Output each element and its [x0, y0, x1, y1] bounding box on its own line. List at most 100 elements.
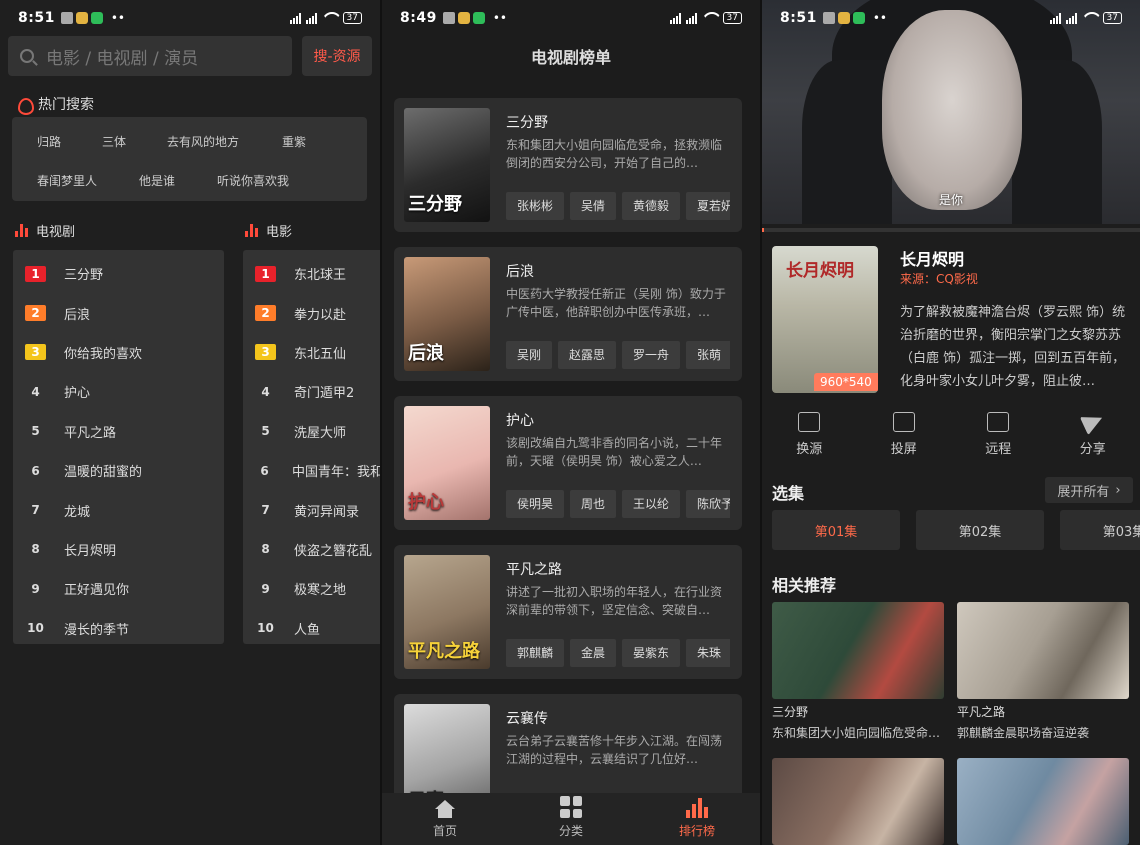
- share-button[interactable]: 分享: [1046, 408, 1140, 457]
- drama-poster: 三分野: [404, 108, 490, 222]
- list-item[interactable]: 10 漫长的季节: [13, 609, 224, 648]
- drama-card[interactable]: 护心 护心 该剧改编自九鹭非香的同名小说，二十年前，天曜（侯明昊 饰）被心爱之人…: [394, 396, 742, 530]
- hot-tag[interactable]: 听说你喜欢我: [217, 172, 289, 189]
- cast-tag[interactable]: 侯明昊: [506, 490, 565, 518]
- episode-button[interactable]: 第03集: [1060, 510, 1140, 550]
- ranking-bars-icon: [245, 223, 258, 237]
- cast-tag[interactable]: 罗一舟: [622, 341, 681, 369]
- rank-badge: 4: [31, 384, 40, 399]
- hot-tag[interactable]: 他是谁: [139, 172, 175, 189]
- cast-tag[interactable]: 郭麒麟: [506, 639, 565, 667]
- list-item[interactable]: 2 后浪: [13, 293, 224, 332]
- list-item[interactable]: 5 洗屋大师: [243, 412, 380, 451]
- hot-tag[interactable]: 重紫: [282, 133, 306, 150]
- episode-button[interactable]: 第02集: [916, 510, 1044, 550]
- list-item[interactable]: 10 人鱼: [243, 609, 380, 648]
- rank-badge: 9: [261, 581, 270, 596]
- tv-icon: [892, 412, 915, 432]
- remote-button[interactable]: 远程: [951, 412, 1046, 457]
- cast-tag[interactable]: 王以纶: [622, 490, 681, 518]
- more-notifications-icon: ••: [492, 11, 507, 25]
- list-item[interactable]: 2 拳力以赴: [243, 293, 380, 332]
- resolution-badge: 960*540: [814, 373, 878, 391]
- chevron-right-icon: ›: [1115, 482, 1121, 498]
- recommend-item[interactable]: [772, 758, 944, 845]
- rank-badge: 1: [25, 265, 46, 282]
- rank-badge: 1: [255, 265, 276, 282]
- drama-desc: 东和集团大小姐向园临危受命，拯救濒临倒闭的西安分公司，开始了自己的…: [506, 138, 723, 170]
- switch-source-button[interactable]: 换源: [762, 412, 857, 457]
- cast-list: 郭麒麟 金晨 晏紫东 朱珠: [506, 639, 730, 667]
- drama-card[interactable]: 三分野 三分野 东和集团大小姐向园临危受命，拯救濒临倒闭的西安分公司，开始了自己…: [394, 98, 742, 232]
- list-item[interactable]: 6 温暖的甜蜜的: [13, 451, 224, 490]
- tab-home[interactable]: 首页: [382, 793, 508, 845]
- tab-ranking[interactable]: 排行榜: [634, 793, 760, 845]
- video-subtitle: 是你: [938, 193, 963, 207]
- drama-desc: 中医药大学教授任新正（吴刚 饰）致力于广传中医，他辞职创办中医传承班，…: [506, 287, 726, 319]
- search-input[interactable]: 电影 / 电视剧 / 演员: [8, 36, 292, 76]
- cast-tag[interactable]: 张萌: [686, 341, 730, 369]
- switch-icon: [798, 412, 821, 432]
- list-item[interactable]: 5 平凡之路: [13, 412, 224, 451]
- cast-tag[interactable]: 陈欣予: [686, 490, 730, 518]
- expand-all-button[interactable]: 展开所有 ›: [1045, 477, 1133, 503]
- list-item[interactable]: 8 侠盗之簪花乱: [243, 530, 380, 569]
- search-button[interactable]: 搜-资源: [302, 36, 372, 76]
- cast-tag[interactable]: 吴刚: [506, 341, 553, 369]
- cast-list: 吴刚 赵露思 罗一舟 张萌: [506, 341, 730, 369]
- cast-tag[interactable]: 金晨: [570, 639, 617, 667]
- recommend-thumb: [772, 758, 944, 845]
- recommend-thumb: [772, 602, 944, 699]
- list-item[interactable]: 7 龙城: [13, 490, 224, 529]
- list-item[interactable]: 6 中国青年：我和: [243, 451, 380, 490]
- status-bar: 8:51 •• 37: [762, 0, 1140, 36]
- cast-tag[interactable]: 赵露思: [558, 341, 617, 369]
- list-item[interactable]: 7 黄河异闻录: [243, 490, 380, 529]
- movie-ranking: 电影 1 东北球王 2 拳力以赴 3 东北五仙 4 奇门遁甲2 5 洗屋大师 6 中国青年：…: [243, 220, 380, 644]
- recommend-thumb: [957, 602, 1129, 699]
- cast-screen-button[interactable]: 投屏: [857, 412, 952, 457]
- cast-tag[interactable]: 夏若妍: [686, 192, 730, 220]
- more-notifications-icon: ••: [110, 11, 125, 25]
- drama-poster: 护心: [404, 406, 490, 520]
- ranking-bars-icon: [15, 223, 28, 237]
- list-item[interactable]: 4 护心: [13, 372, 224, 411]
- recommend-desc: 东和集团大小姐向园临危受命…: [772, 726, 941, 740]
- tv-ranking-screen: 8:49 •• 37 电视剧榜单 三分野 三分野 东和集团大小姐向园临危受命，拯…: [382, 0, 760, 845]
- hot-tag[interactable]: 归路: [37, 133, 61, 150]
- hot-tag[interactable]: 去有风的地方: [167, 133, 239, 150]
- drama-title: 云襄传: [506, 711, 548, 727]
- list-item[interactable]: 9 极寒之地: [243, 569, 380, 608]
- list-item[interactable]: 4 奇门遁甲2: [243, 372, 380, 411]
- recommend-title: 相关推荐: [772, 576, 837, 595]
- more-notifications-icon: ••: [872, 11, 887, 25]
- signal-icon: [1049, 12, 1061, 24]
- recommend-item[interactable]: 平凡之路 郭麒麟金晨职场奋逗逆袭: [957, 602, 1129, 741]
- cast-tag[interactable]: 张彬彬: [506, 192, 565, 220]
- drama-card[interactable]: 平凡之路 平凡之路 讲述了一批初入职场的年轻人，在行业资深前辈的带领下，坚定信念…: [394, 545, 742, 679]
- list-item[interactable]: 3 东北五仙: [243, 333, 380, 372]
- video-detail-screen: 是你 8:51 •• 37 长月烬明 960*540 长月烬明 来源：CQ影视 …: [762, 0, 1140, 845]
- recommend-item[interactable]: [957, 758, 1129, 845]
- cast-tag[interactable]: 朱珠: [686, 639, 730, 667]
- video-progress-bar[interactable]: [762, 228, 1140, 232]
- hot-tag[interactable]: 三体: [102, 133, 126, 150]
- cast-tag[interactable]: 周也: [570, 490, 617, 518]
- cast-tag[interactable]: 晏紫东: [622, 639, 681, 667]
- recommend-item[interactable]: 三分野 东和集团大小姐向园临危受命…: [772, 602, 944, 741]
- list-item[interactable]: 1 三分野: [13, 254, 224, 293]
- tab-category[interactable]: 分类: [508, 793, 634, 845]
- episode-button[interactable]: 第01集: [772, 510, 900, 550]
- list-item[interactable]: 9 正好遇见你: [13, 569, 224, 608]
- signal-icon: [289, 12, 301, 24]
- recommend-name: 平凡之路: [957, 705, 1006, 719]
- list-item[interactable]: 3 你给我的喜欢: [13, 333, 224, 372]
- cast-tag[interactable]: 黄德毅: [622, 192, 681, 220]
- recommend-thumb: [957, 758, 1129, 845]
- hot-tag[interactable]: 春闺梦里人: [37, 172, 97, 189]
- drama-card[interactable]: 后浪 后浪 中医药大学教授任新正（吴刚 饰）致力于广传中医，他辞职创办中医传承班…: [394, 247, 742, 381]
- cast-tag[interactable]: 吴倩: [570, 192, 617, 220]
- list-item[interactable]: 1 东北球王: [243, 254, 380, 293]
- list-item[interactable]: 8 长月烬明: [13, 530, 224, 569]
- wechat-icon: [472, 12, 485, 24]
